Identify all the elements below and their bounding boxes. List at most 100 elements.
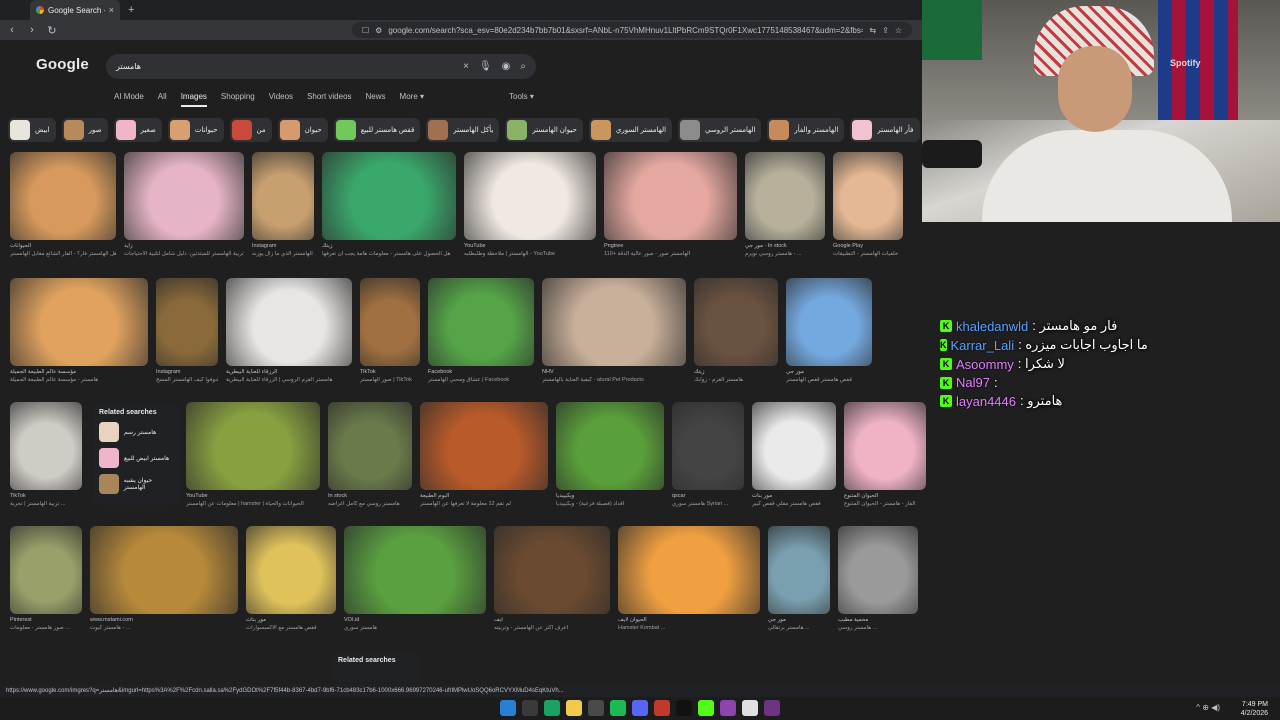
result-caption[interactable]: هامستر برتقالي ... [768,625,830,631]
suggestion-chip[interactable]: يأكل الهامستر [426,118,500,142]
result-thumbnail[interactable] [542,278,686,366]
related-search-item[interactable]: هامستر رسم [99,422,175,442]
result-thumbnail[interactable] [420,402,548,490]
clear-icon[interactable]: × [463,61,469,72]
tiktok-taskbar-icon[interactable] [676,700,692,716]
image-result[interactable]: Pinterest صور هامستر - معلومات ... [10,526,82,631]
image-result[interactable]: Instagram شوفوا كيف الهامستر المسح... [156,278,218,383]
result-caption[interactable]: الهامستر | ملاحظة وطلبطلبه - YouTube [464,251,596,257]
suggestion-chip[interactable]: الهامستر السوري [588,118,673,142]
search-tab[interactable]: Shopping [221,92,255,107]
suggestion-chip[interactable]: حيوان [277,118,328,142]
search-input[interactable]: هامستر [116,62,453,71]
translate-icon[interactable]: ⇆ [869,26,876,35]
kick-taskbar-icon[interactable] [698,700,714,716]
image-result[interactable]: Pngtree 110+ الهامستر صور - صور عالية الد… [604,152,737,257]
search-tab[interactable]: News [366,92,386,107]
search-tab[interactable]: Videos [269,92,293,107]
image-result[interactable]: Google Play خلفيات الهامستر - التطبيقات [833,152,903,257]
result-caption[interactable]: هامستر كيوت - ... [90,625,238,631]
image-result[interactable]: Instagram الهامستر الذي ما زال يوزنه [252,152,314,257]
image-result[interactable]: زايد أسرار تربية الهامستر للمبتدئين: دليل… [124,152,244,257]
result-thumbnail[interactable] [844,402,926,490]
result-thumbnail[interactable] [124,152,244,240]
search-icon[interactable]: ⌕ [520,61,526,72]
result-caption[interactable]: معلومات عن الهامستر | hamster | الحيوانا… [186,501,320,507]
result-thumbnail[interactable] [618,526,760,614]
result-thumbnail[interactable] [672,402,744,490]
result-caption[interactable]: هامستر سوري [344,625,486,631]
obs-taskbar-icon[interactable] [720,700,736,716]
result-caption[interactable]: شوفوا كيف الهامستر المسح... [156,377,218,383]
mic-icon[interactable]: 🎙 [479,61,492,72]
suggestion-chip[interactable]: صور [61,118,108,142]
image-result[interactable]: زيتك هامستر القزم - زوابك [694,278,778,383]
share-icon[interactable]: ⇪ [882,26,889,35]
result-caption[interactable]: هامستر القزم الروسي | الزرقاء للعناية ال… [226,377,352,383]
result-caption[interactable]: هامستر القزم - زوابك [694,377,778,383]
image-result[interactable]: زيتك هل الحصول على هامستر - معلومات هامة … [322,152,456,257]
app2-taskbar-icon[interactable] [764,700,780,716]
image-result[interactable]: الرزقاء للعناية البيطرية هامستر القزم الر… [226,278,352,383]
result-caption[interactable]: كيفية العناية بالهامستر - atural Pet Pro… [542,377,686,383]
result-caption[interactable]: عشاق ومحبي الهامستر | Facebook [428,377,534,383]
image-result[interactable]: TikTok صور الهامستر | TikTok [360,278,420,383]
result-caption[interactable]: قفص هامستر مقلي قفص كبير [752,501,836,507]
image-result[interactable]: qscar هامستر سوري Syrian ... [672,402,744,507]
suggestion-chip[interactable]: من [229,118,272,142]
result-thumbnail[interactable] [252,152,314,240]
image-result[interactable]: مور جي هامستر برتقالي ... [768,526,830,631]
suggestion-chip[interactable]: الهامستر والفأر [767,118,845,142]
result-caption[interactable]: اعرف أكثر عن الهامستر - وتربيته [494,625,610,631]
suggestion-chip[interactable]: فأر الهامستر [850,118,920,142]
result-thumbnail[interactable] [428,278,534,366]
image-result[interactable]: YouTube الهامستر | ملاحظة وطلبطلبه - YouT… [464,152,596,257]
result-thumbnail[interactable] [10,152,116,240]
result-thumbnail[interactable] [745,152,825,240]
site-info-icon[interactable]: ⚙ [375,26,382,35]
result-caption[interactable]: هامستر روسي ... [838,625,918,631]
suggestion-chip[interactable]: الهامستر الروسي [678,118,762,142]
image-result[interactable]: VOI.id هامستر سوري [344,526,486,631]
bookmark-icon[interactable]: ☐ [362,26,369,35]
result-thumbnail[interactable] [464,152,596,240]
result-thumbnail[interactable] [10,526,82,614]
result-caption[interactable]: Hamster Kombat ... [618,625,760,631]
result-caption[interactable]: تربية الهامستر | تجربة ... [10,501,82,507]
result-thumbnail[interactable] [246,526,336,614]
image-result[interactable]: مور جي قفص هامستر قفص الهامستر [786,278,872,383]
address-bar[interactable]: ☐ ⚙ google.com/search?sca_esv=80e2d234b7… [352,22,912,38]
result-thumbnail[interactable] [322,152,456,240]
result-caption[interactable]: 110+ الهامستر صور - صور عالية الدقة [604,251,737,257]
result-caption[interactable]: هامستر - مؤسسة عالم الطبيعة الجميلة [10,377,148,383]
result-caption[interactable]: الفأر - هامستر - الحيوان المتنوع [844,501,926,507]
result-caption[interactable]: قفص هامستر مع الاكسسوارات [246,625,336,631]
result-thumbnail[interactable] [10,278,148,366]
folder-taskbar-icon[interactable] [566,700,582,716]
image-result[interactable]: الحيوان المتنوع الفأر - هامستر - الحيوان … [844,402,926,507]
image-result[interactable]: مؤسسة عالم الطبيعة الجميلة هامستر - مؤسسة… [10,278,148,383]
suggestion-chip[interactable]: صغير [113,118,162,142]
image-result[interactable]: Facebook عشاق ومحبي الهامستر | Facebook [428,278,534,383]
image-result[interactable]: الحيوانات هل الهامستر فأر؟ - الفأر الشائع… [10,152,116,257]
google-logo[interactable]: Google [36,56,89,73]
tab-close-icon[interactable]: × [109,5,114,15]
windows-start-icon[interactable] [500,700,516,716]
result-thumbnail[interactable] [604,152,737,240]
related-search-item[interactable]: هامستر ابيض للبيع [99,448,175,468]
system-tray[interactable]: ^ ⊕ ◀) [1196,703,1220,712]
suggestion-chip[interactable]: ابيض [8,118,56,142]
result-thumbnail[interactable] [90,526,238,614]
star-icon[interactable]: ☆ [895,26,902,35]
result-thumbnail[interactable] [10,402,82,490]
result-caption[interactable]: أقداد (فصيلة فرعية) - ويكيبيديا [556,501,664,507]
image-result[interactable]: محمية مطيب هامستر روسي ... [838,526,918,631]
result-thumbnail[interactable] [768,526,830,614]
chrome-taskbar-icon[interactable] [742,700,758,716]
image-result[interactable]: أيف اعرف أكثر عن الهامستر - وتربيته [494,526,610,631]
image-result[interactable]: In stock هامستر روسي مع كامل أغراضه [328,402,412,507]
forward-icon[interactable]: › [24,24,40,36]
search-tab[interactable]: AI Mode [114,92,144,107]
image-result[interactable]: YouTube معلومات عن الهامستر | hamster | ا… [186,402,320,507]
store-taskbar-icon[interactable] [588,700,604,716]
